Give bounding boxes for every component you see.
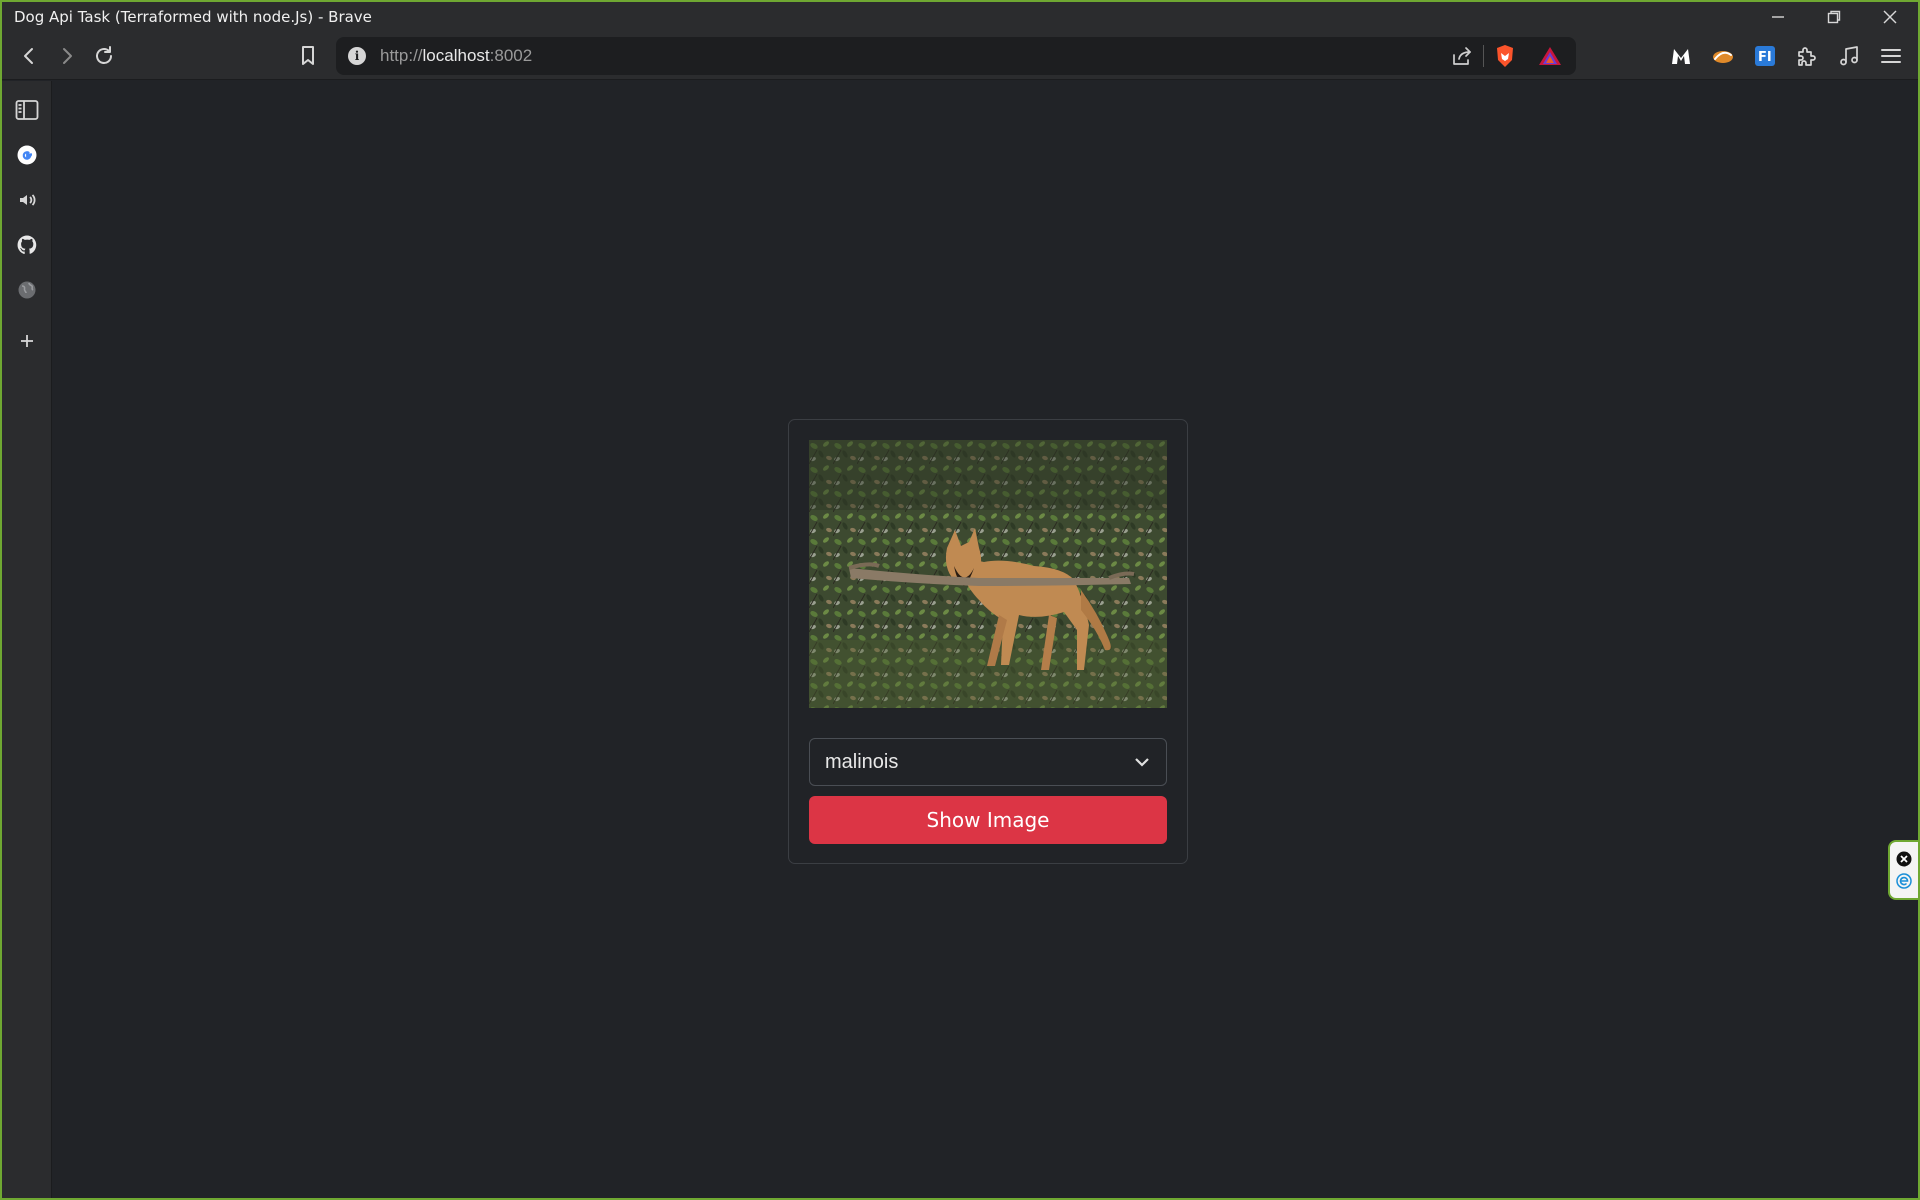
puzzle-icon [1798, 47, 1816, 66]
brave-shields-icon[interactable] [1494, 44, 1516, 68]
github-icon [17, 235, 37, 254]
malwarebytes-icon [1672, 49, 1690, 64]
plus-icon [21, 334, 33, 347]
fi-icon: FI [1755, 46, 1775, 66]
floating-extension-widget [1888, 840, 1918, 900]
browser-window: Dog Api Task (Terraformed with node.Js) … [0, 0, 1920, 1200]
back-arrow-icon [24, 48, 33, 64]
stylus-extension[interactable] [1704, 37, 1742, 75]
menu-icon [1881, 49, 1901, 63]
browser-toolbar: i http://localhost:8002 FI [2, 32, 1918, 80]
main-menu-button[interactable] [1872, 37, 1910, 75]
restore-button[interactable] [1806, 2, 1862, 32]
sidebar-toggle[interactable] [2, 87, 52, 132]
sidebar-item-audio[interactable] [2, 177, 52, 222]
svg-text:FI: FI [1758, 50, 1772, 65]
dog-photo [809, 440, 1167, 708]
reload-button[interactable] [85, 37, 123, 75]
sidebar-add-button[interactable] [2, 318, 52, 363]
site-info-icon[interactable]: i [348, 47, 366, 65]
malwarebytes-extension[interactable] [1662, 37, 1700, 75]
speaker-icon [20, 193, 36, 206]
music-icon [1840, 46, 1858, 66]
url-scheme: http:// [380, 46, 423, 65]
stylus-icon [1713, 51, 1733, 63]
window-title: Dog Api Task (Terraformed with node.Js) … [14, 8, 372, 26]
extensions-area: FI [1662, 37, 1910, 75]
close-window-button[interactable] [1862, 2, 1918, 32]
brave-rewards-icon[interactable] [1538, 45, 1562, 67]
dog-image [809, 440, 1167, 708]
extensions-button[interactable] [1788, 37, 1826, 75]
close-icon [1883, 10, 1897, 24]
breed-select-value: malinois [825, 750, 899, 773]
address-bar[interactable]: i http://localhost:8002 [336, 37, 1576, 75]
back-button[interactable] [10, 37, 48, 75]
url-text[interactable]: http://localhost:8002 [380, 46, 1451, 66]
google-icon [17, 145, 37, 164]
restore-icon [1827, 10, 1841, 24]
url-divider [1483, 45, 1484, 67]
sidebar-item-github[interactable] [2, 222, 52, 267]
share-icon[interactable] [1451, 46, 1473, 66]
url-actions [1451, 44, 1576, 68]
sidebar-item-web[interactable] [2, 267, 52, 312]
forward-button[interactable] [48, 37, 86, 75]
forward-arrow-icon [63, 48, 72, 64]
browser-sidebar [2, 81, 52, 1198]
globe-icon [18, 281, 36, 298]
minimize-icon [1772, 16, 1784, 18]
url-host: localhost [422, 46, 490, 65]
reload-icon [96, 46, 112, 64]
sidebar-panel-icon [15, 99, 39, 120]
media-button[interactable] [1830, 37, 1868, 75]
sidebar-item-google[interactable] [2, 132, 52, 177]
chevron-down-icon [1135, 758, 1149, 767]
dog-card: malinois Show Image [788, 419, 1188, 864]
fi-extension[interactable]: FI [1746, 37, 1784, 75]
edge-e-icon[interactable] [1896, 873, 1912, 889]
bookmark-button[interactable] [289, 37, 327, 75]
minimize-button[interactable] [1750, 2, 1806, 32]
show-image-button[interactable]: Show Image [809, 796, 1167, 844]
title-bar: Dog Api Task (Terraformed with node.Js) … [2, 2, 1918, 32]
bookmark-icon [302, 46, 314, 65]
close-circle-icon[interactable] [1896, 851, 1912, 867]
url-port: :8002 [489, 46, 533, 65]
breed-select[interactable]: malinois [809, 738, 1167, 786]
